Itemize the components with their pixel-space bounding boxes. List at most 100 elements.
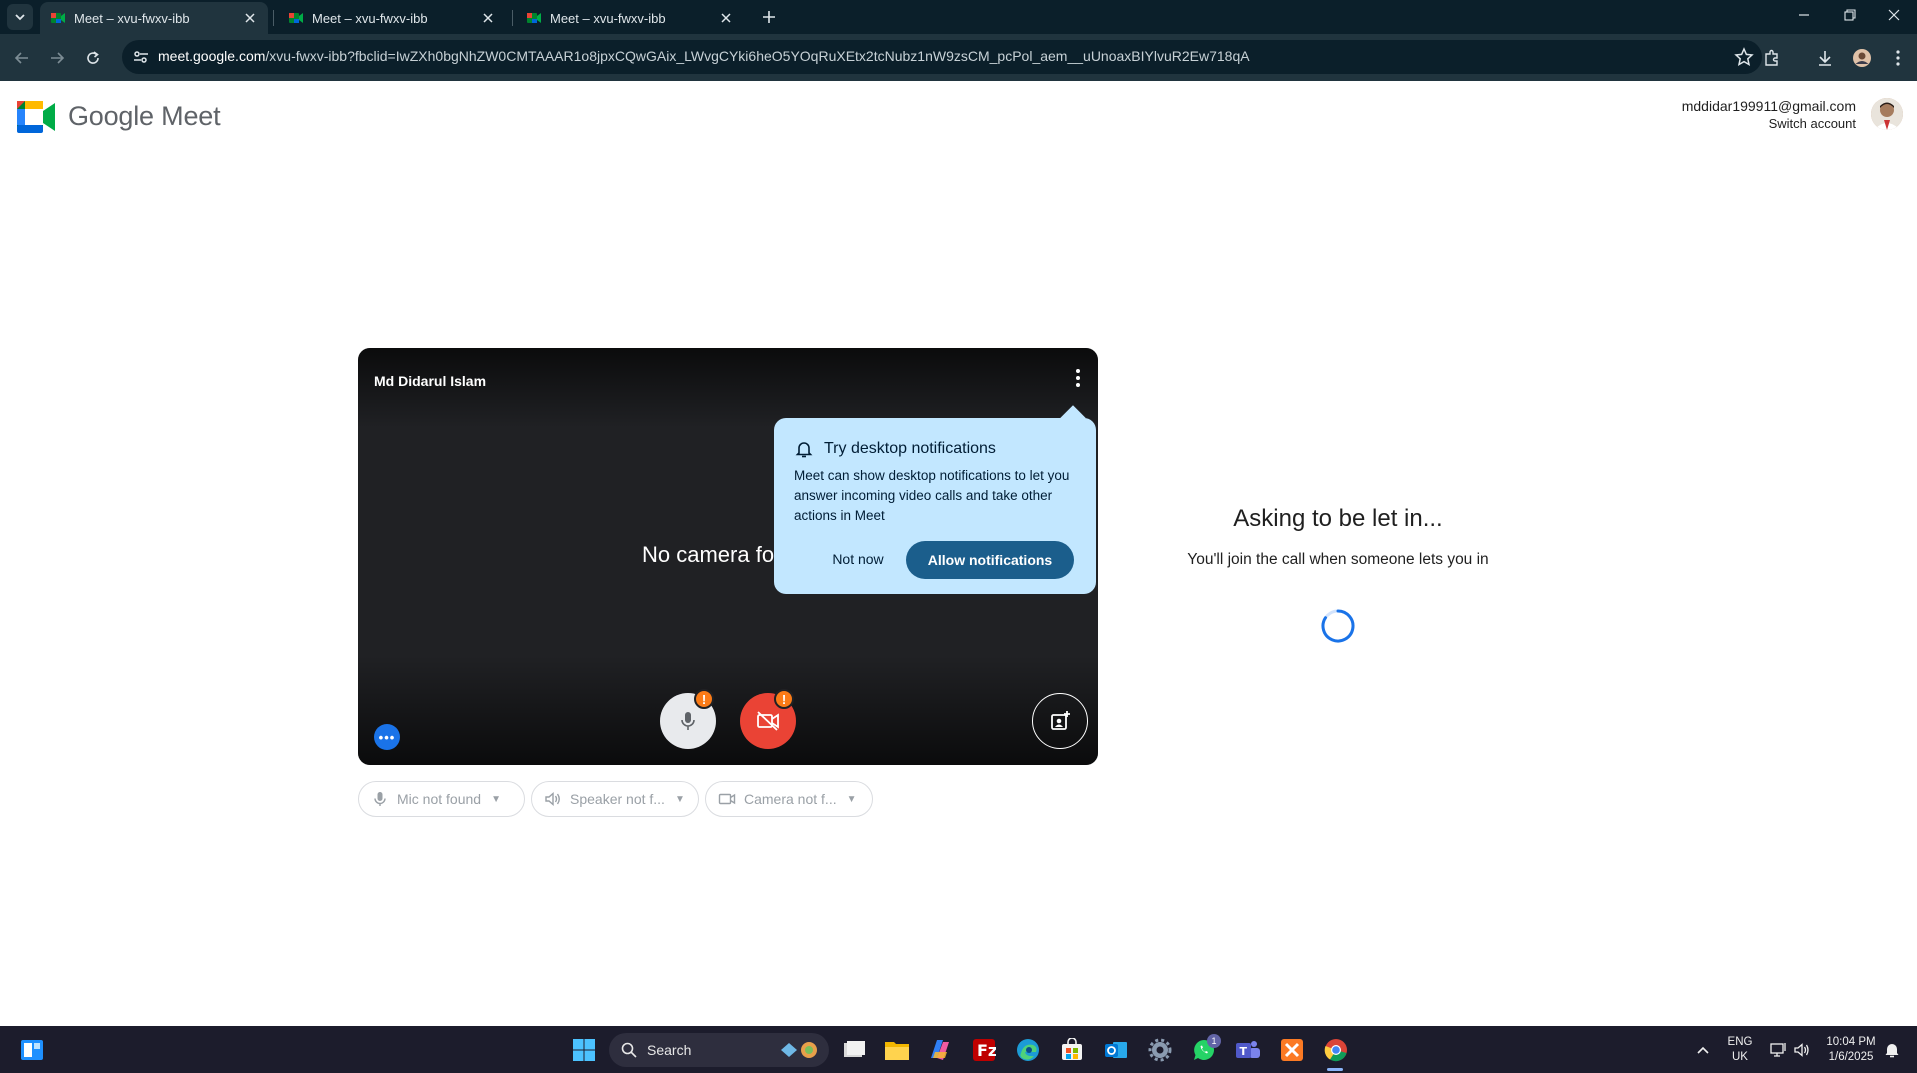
browser-tab-3[interactable]: Meet – xvu-fwxv-ibb xyxy=(516,2,744,34)
camera-select[interactable]: Camera not f... ▼ xyxy=(705,781,873,817)
mic-select[interactable]: Mic not found ▼ xyxy=(358,781,525,817)
more-actions-button[interactable]: ••• xyxy=(374,724,400,750)
not-now-button[interactable]: Not now xyxy=(818,541,898,577)
popover-body: Meet can show desktop notifications to l… xyxy=(794,468,1070,523)
google-meet-logo-icon[interactable] xyxy=(17,101,55,133)
speaker-select[interactable]: Speaker not f... ▼ xyxy=(531,781,699,817)
url-path: /xvu-fwxv-ibb?fbclid=IwZXh0bgNhZW0CMTAAA… xyxy=(265,48,1250,64)
outlook-button[interactable] xyxy=(1100,1034,1132,1066)
search-label: Search xyxy=(647,1042,692,1058)
svg-text:Fz: Fz xyxy=(977,1041,996,1060)
visual-effects-button[interactable] xyxy=(1032,693,1088,749)
chevron-up-icon xyxy=(1697,1046,1709,1054)
taskbar-search[interactable]: Search xyxy=(609,1033,829,1067)
reload-icon xyxy=(87,51,99,64)
download-icon xyxy=(1819,51,1831,66)
filezilla-button[interactable]: Fz xyxy=(968,1034,1000,1066)
close-tab-icon[interactable] xyxy=(242,10,258,26)
bookmark-star-icon[interactable] xyxy=(1734,47,1754,67)
folder-icon xyxy=(885,1042,909,1060)
profile-button[interactable] xyxy=(1847,43,1877,73)
speaker-icon xyxy=(1794,1043,1809,1057)
xampp-button[interactable] xyxy=(1276,1034,1308,1066)
new-tab-button[interactable] xyxy=(756,4,782,30)
popover-title-row: Try desktop notifications xyxy=(794,439,996,459)
task-view-icon xyxy=(844,1041,865,1057)
bell-icon xyxy=(1885,1044,1899,1058)
settings-button[interactable] xyxy=(1144,1034,1176,1066)
effects-icon xyxy=(1051,711,1070,730)
tab-title: Meet – xvu-fwxv-ibb xyxy=(550,10,666,26)
search-highlight-icon xyxy=(781,1042,817,1058)
tab-title: Meet – xvu-fwxv-ibb xyxy=(312,10,428,26)
puzzle-icon xyxy=(1765,49,1778,66)
browser-menu-button[interactable] xyxy=(1883,43,1913,73)
reload-button[interactable] xyxy=(78,43,108,73)
back-arrow-icon xyxy=(14,52,28,64)
close-tab-icon[interactable] xyxy=(718,10,734,26)
copilot-icon xyxy=(931,1040,949,1060)
clock[interactable]: 10:04 PM 1/6/2025 xyxy=(1818,1035,1884,1065)
xampp-icon xyxy=(1281,1039,1303,1061)
windows-taskbar: Search Fz 1 T ENG UK 10:04 PM 1/6/2025 xyxy=(0,1026,1917,1073)
tab-divider xyxy=(512,10,513,26)
filezilla-icon: Fz xyxy=(973,1039,996,1061)
meet-favicon-icon xyxy=(51,13,65,23)
copilot-button[interactable] xyxy=(924,1034,956,1066)
task-view-button[interactable] xyxy=(838,1034,870,1066)
popover-title: Try desktop notifications xyxy=(824,440,996,457)
downloads-button[interactable] xyxy=(1810,43,1840,73)
restore-icon xyxy=(1844,9,1856,21)
language-region: UK xyxy=(1732,1051,1748,1063)
start-button[interactable] xyxy=(568,1034,600,1066)
svg-text:T: T xyxy=(1240,1045,1248,1058)
restore-button[interactable] xyxy=(1827,0,1873,30)
widgets-icon xyxy=(21,1040,43,1060)
site-settings-icon[interactable] xyxy=(132,48,150,66)
close-window-button[interactable] xyxy=(1871,0,1917,30)
active-app-indicator xyxy=(1327,1068,1343,1071)
plus-icon xyxy=(763,11,775,23)
file-explorer-button[interactable] xyxy=(881,1034,913,1066)
edge-button[interactable] xyxy=(1012,1034,1044,1066)
self-name-label: Md Didarul Islam xyxy=(374,373,487,389)
meet-favicon-icon xyxy=(289,13,303,23)
dropdown-caret-icon: ▼ xyxy=(846,793,857,805)
ms-store-button[interactable] xyxy=(1056,1034,1088,1066)
close-tab-icon[interactable] xyxy=(480,10,496,26)
browser-toolbar: meet.google.com/xvu-fwxv-ibb?fbclid=IwZX… xyxy=(0,34,1917,81)
volume-button[interactable] xyxy=(1786,1034,1818,1066)
microphone-icon xyxy=(374,792,386,806)
no-camera-message: No camera fo xyxy=(642,542,775,567)
clock-time: 10:04 PM xyxy=(1826,1036,1876,1048)
show-hidden-icons-button[interactable] xyxy=(1687,1034,1719,1066)
camera-icon xyxy=(718,793,736,805)
notifications-button[interactable] xyxy=(1876,1034,1908,1066)
browser-tab-2[interactable]: Meet – xvu-fwxv-ibb xyxy=(278,2,506,34)
close-icon xyxy=(1888,9,1900,21)
url-text: meet.google.com/xvu-fwxv-ibb?fbclid=IwZX… xyxy=(158,48,1698,64)
input-language[interactable]: ENG UK xyxy=(1722,1035,1758,1065)
widgets-button[interactable] xyxy=(16,1034,48,1066)
notification-popover: Try desktop notifications Meet can show … xyxy=(774,405,1096,594)
user-avatar[interactable] xyxy=(1871,98,1903,130)
address-bar[interactable]: meet.google.com/xvu-fwxv-ibb?fbclid=IwZX… xyxy=(122,40,1762,74)
more-options-button[interactable] xyxy=(1066,366,1090,390)
browser-tab-1[interactable]: Meet – xvu-fwxv-ibb xyxy=(40,2,268,34)
meet-favicon-icon xyxy=(527,13,541,23)
gear-icon xyxy=(1148,1038,1172,1062)
teams-button[interactable]: T xyxy=(1232,1034,1264,1066)
tab-search-button[interactable] xyxy=(7,4,33,30)
search-icon xyxy=(621,1042,637,1058)
chrome-button[interactable] xyxy=(1320,1034,1352,1066)
allow-notifications-button[interactable]: Allow notifications xyxy=(906,541,1074,579)
speaker-icon xyxy=(545,791,560,807)
bottom-gradient xyxy=(358,655,1098,765)
minimize-button[interactable] xyxy=(1781,0,1827,30)
extensions-button[interactable] xyxy=(1757,43,1787,73)
forward-button[interactable] xyxy=(42,43,72,73)
switch-account-link[interactable]: Switch account xyxy=(1682,116,1856,131)
back-button[interactable] xyxy=(7,43,37,73)
outlook-icon xyxy=(1105,1042,1127,1058)
camera-off-icon xyxy=(757,711,779,731)
